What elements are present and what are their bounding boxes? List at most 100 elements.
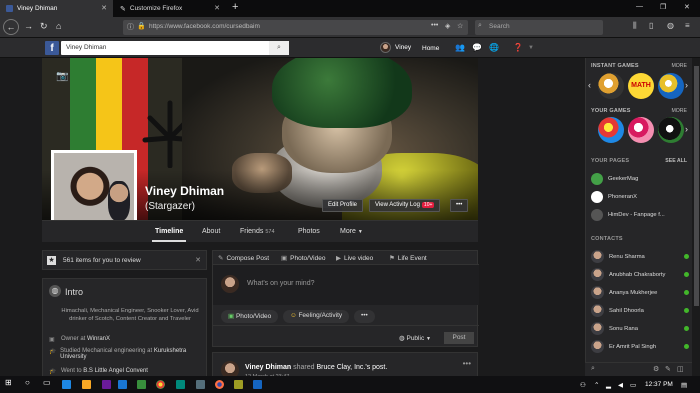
info-icon[interactable]: ⓘ	[127, 22, 134, 32]
word-icon[interactable]	[253, 380, 262, 389]
firefox-icon[interactable]	[215, 380, 224, 389]
page-actions-icon[interactable]: •••	[431, 22, 438, 29]
edit-profile-button[interactable]: Edit Profile	[322, 199, 364, 212]
close-icon[interactable]: ✕	[195, 256, 201, 264]
page-item[interactable]: PhoneranX	[591, 191, 691, 203]
chrome-icon[interactable]	[156, 380, 165, 389]
store-icon[interactable]	[137, 380, 146, 389]
game-icon[interactable]	[628, 117, 654, 143]
profile-picture[interactable]	[51, 150, 137, 230]
tab-life-event[interactable]: ⚑ Life Event	[389, 254, 427, 262]
contact-item[interactable]: Ananya Mukherjee	[591, 286, 691, 299]
review-box[interactable]: ★ 561 items for you to review ✕	[42, 250, 207, 270]
edge-icon[interactable]	[62, 380, 71, 389]
url-text[interactable]: https://www.facebook.com/cursedbaim	[149, 23, 260, 30]
close-tab-icon[interactable]: ✕	[101, 4, 107, 12]
your-games-more[interactable]: MORE	[671, 108, 687, 114]
tab-photo-video[interactable]: ▣ Photo/Video	[281, 254, 325, 262]
reload-button[interactable]: ↻	[40, 21, 48, 32]
app-icon[interactable]	[102, 380, 111, 389]
new-tab-button[interactable]: +	[232, 1, 238, 13]
tab-friends[interactable]: Friends 574	[240, 228, 275, 235]
gear-icon[interactable]: ⚙	[653, 365, 659, 373]
game-icon[interactable]	[658, 73, 684, 99]
back-button[interactable]: ←	[3, 19, 19, 35]
forward-button[interactable]: →	[24, 21, 33, 31]
search-bar[interactable]: ⌕ Search	[475, 20, 603, 35]
clock-text[interactable]: 12:37 PM	[645, 381, 673, 388]
maximize-icon[interactable]: ❐	[660, 3, 666, 11]
facebook-search-input[interactable]: Viney Dhiman ⌕	[61, 41, 289, 55]
pool-game-icon[interactable]	[658, 117, 684, 143]
pocket-icon[interactable]: ◈	[445, 22, 450, 30]
view-activity-log-button[interactable]: View Activity Log 10+	[369, 199, 441, 212]
tab-photos[interactable]: Photos	[298, 228, 320, 235]
chevron-right-icon[interactable]: ›	[685, 124, 688, 134]
facebook-logo-icon[interactable]: f	[45, 41, 59, 55]
story-target[interactable]: Bruce Clay, Inc.'s post.	[316, 364, 387, 371]
page-item[interactable]: GeekerMag	[591, 173, 691, 185]
battery-icon[interactable]: ▭	[630, 381, 636, 389]
menu-icon[interactable]: ≡	[685, 21, 690, 30]
more-actions-button[interactable]: •••	[354, 310, 375, 323]
page-item[interactable]: HimDev - Fanpage f...	[591, 209, 691, 221]
volume-icon[interactable]: ◀	[618, 381, 623, 389]
feeling-activity-button[interactable]: ☺ Feeling/Activity	[283, 310, 350, 323]
close-tab-icon[interactable]: ✕	[214, 4, 220, 12]
story-options-icon[interactable]: •••	[463, 359, 471, 368]
tab-live-video[interactable]: ▶ Live video	[336, 254, 373, 262]
contact-item[interactable]: Sahil Dhoorla	[591, 304, 691, 317]
chevron-right-icon[interactable]: ›	[685, 80, 688, 90]
search-icon[interactable]: ⌕	[591, 365, 595, 373]
contact-item[interactable]: Renu Sharma	[591, 250, 691, 263]
tab-more[interactable]: More ▼	[340, 228, 363, 235]
home-icon[interactable]: ⌂	[56, 21, 61, 31]
composer-input[interactable]: What's on your mind?	[213, 265, 479, 305]
task-view-icon[interactable]: ▭	[43, 378, 51, 387]
windows-start-icon[interactable]: ⊞	[5, 378, 12, 387]
bookmark-star-icon[interactable]: ☆	[457, 22, 463, 30]
privacy-selector[interactable]: ◍ Public ▼	[399, 334, 431, 342]
math-game-icon[interactable]: MATH	[628, 73, 654, 99]
profile-link[interactable]: Viney	[380, 42, 411, 53]
instant-games-more[interactable]: MORE	[671, 63, 687, 69]
extension-icon[interactable]: ◍	[667, 21, 674, 30]
group-icon[interactable]: ◫	[677, 365, 684, 373]
app-icon[interactable]	[234, 380, 243, 389]
chevron-down-icon[interactable]: ▼	[528, 45, 534, 51]
search-icon[interactable]: ⌕	[269, 41, 289, 55]
tab-customize-firefox[interactable]: ✎ Customize Firefox ✕	[114, 0, 226, 17]
action-center-icon[interactable]: ▤	[681, 381, 687, 389]
library-icon[interactable]: ⫼	[633, 21, 637, 31]
chevron-left-icon[interactable]: ‹	[588, 80, 591, 90]
tab-timeline[interactable]: Timeline	[151, 228, 187, 242]
contact-item[interactable]: Sonu Rana	[591, 322, 691, 335]
more-options-button[interactable]: •••	[450, 199, 469, 212]
messages-icon[interactable]: 💬	[472, 43, 482, 52]
network-icon[interactable]: ▂	[606, 381, 611, 389]
story-author[interactable]: Viney Dhiman	[245, 364, 291, 371]
tab-about[interactable]: About	[202, 228, 220, 235]
photo-video-button[interactable]: ▣ Photo/Video	[221, 310, 279, 323]
help-icon[interactable]: ❓	[513, 43, 523, 52]
tab-viney-dhiman[interactable]: Viney Dhiman ✕	[0, 0, 113, 17]
game-icon[interactable]	[598, 117, 624, 143]
home-link[interactable]: Home	[422, 45, 439, 52]
post-button[interactable]: Post	[444, 332, 474, 344]
contact-item[interactable]: Er Amrit Pal Singh	[591, 340, 691, 353]
page-scrollbar[interactable]	[693, 58, 700, 376]
mail-icon[interactable]	[118, 380, 127, 389]
tray-up-icon[interactable]: ⌃	[594, 381, 599, 389]
friend-requests-icon[interactable]: 👥	[455, 43, 465, 52]
see-all-link[interactable]: SEE ALL	[665, 158, 687, 164]
work-link[interactable]: WinranX	[87, 336, 110, 342]
minimize-icon[interactable]: —	[636, 3, 643, 10]
contact-item[interactable]: Anubhab Chakraborty	[591, 268, 691, 281]
school-link[interactable]: B.S Little Angel Convent	[83, 368, 148, 374]
close-window-icon[interactable]: ✕	[684, 3, 690, 11]
new-message-icon[interactable]: ✎	[665, 365, 671, 373]
tab-compose-post[interactable]: ✎ Compose Post	[218, 254, 269, 262]
app-icon[interactable]	[176, 380, 185, 389]
notifications-icon[interactable]: 🌐	[489, 43, 499, 52]
sidebar-icon[interactable]: ▯	[649, 21, 653, 30]
